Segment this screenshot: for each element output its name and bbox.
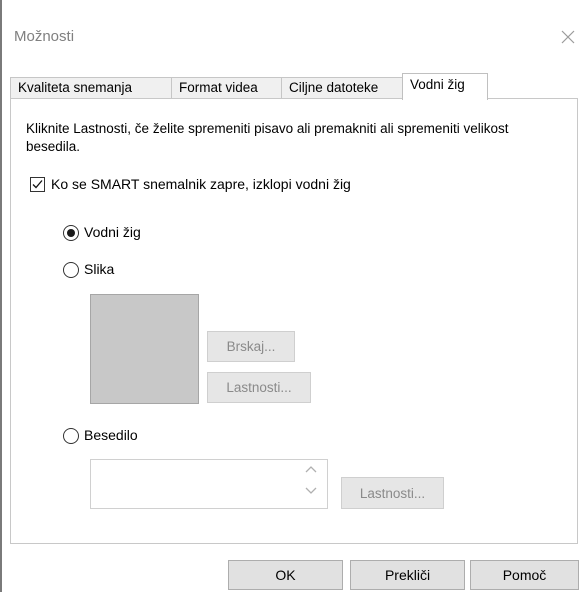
radio-watermark[interactable]	[63, 225, 79, 241]
radio-selected-dot	[67, 229, 75, 237]
chevron-up-icon	[305, 466, 317, 473]
tab-target-files[interactable]: Ciljne datoteke	[281, 77, 403, 98]
tab-video-format[interactable]: Format videa	[171, 77, 282, 98]
image-properties-button[interactable]: Lastnosti...	[207, 372, 311, 403]
cancel-button[interactable]: Prekliči	[350, 560, 465, 590]
ok-button[interactable]: OK	[228, 560, 343, 590]
radio-text-label: Besedilo	[84, 427, 138, 443]
close-icon	[561, 30, 575, 44]
scroll-down-button[interactable]	[304, 484, 320, 498]
tab-label: Kvaliteta snemanja	[18, 80, 133, 95]
help-button[interactable]: Pomoč	[470, 560, 579, 590]
tab-label: Format videa	[179, 80, 258, 95]
radio-watermark-label: Vodni žig	[84, 224, 141, 240]
window-title: Možnosti	[14, 28, 75, 45]
watermark-text-input[interactable]	[90, 459, 328, 509]
tab-recording-quality[interactable]: Kvaliteta snemanja	[10, 77, 172, 98]
chevron-down-icon	[305, 487, 317, 494]
image-preview	[90, 294, 199, 404]
tab-watermark[interactable]: Vodni žig	[402, 73, 488, 100]
checkmark-icon	[32, 180, 43, 189]
radio-image[interactable]	[63, 262, 79, 278]
scroll-up-button[interactable]	[304, 462, 320, 476]
tab-label: Ciljne datoteke	[289, 80, 379, 95]
description-text: Kliknite Lastnosti, če želite spremeniti…	[26, 121, 509, 154]
radio-text[interactable]	[63, 428, 79, 444]
radio-image-label: Slika	[84, 261, 115, 277]
disable-watermark-label: Ko se SMART snemalnik zapre, izklopi vod…	[51, 176, 351, 192]
disable-watermark-checkbox[interactable]	[30, 177, 45, 192]
browse-button[interactable]: Brskaj...	[207, 331, 295, 362]
tab-strip: Kvaliteta snemanja Format videa Ciljne d…	[10, 73, 580, 100]
dialog-left-edge	[0, 0, 2, 592]
title-bar[interactable]: Možnosti	[2, 0, 586, 58]
close-button[interactable]	[550, 22, 586, 52]
tab-label: Vodni žig	[410, 77, 465, 92]
options-dialog: Možnosti Kvaliteta snemanja Format videa…	[0, 0, 586, 592]
text-properties-button[interactable]: Lastnosti...	[341, 477, 444, 509]
